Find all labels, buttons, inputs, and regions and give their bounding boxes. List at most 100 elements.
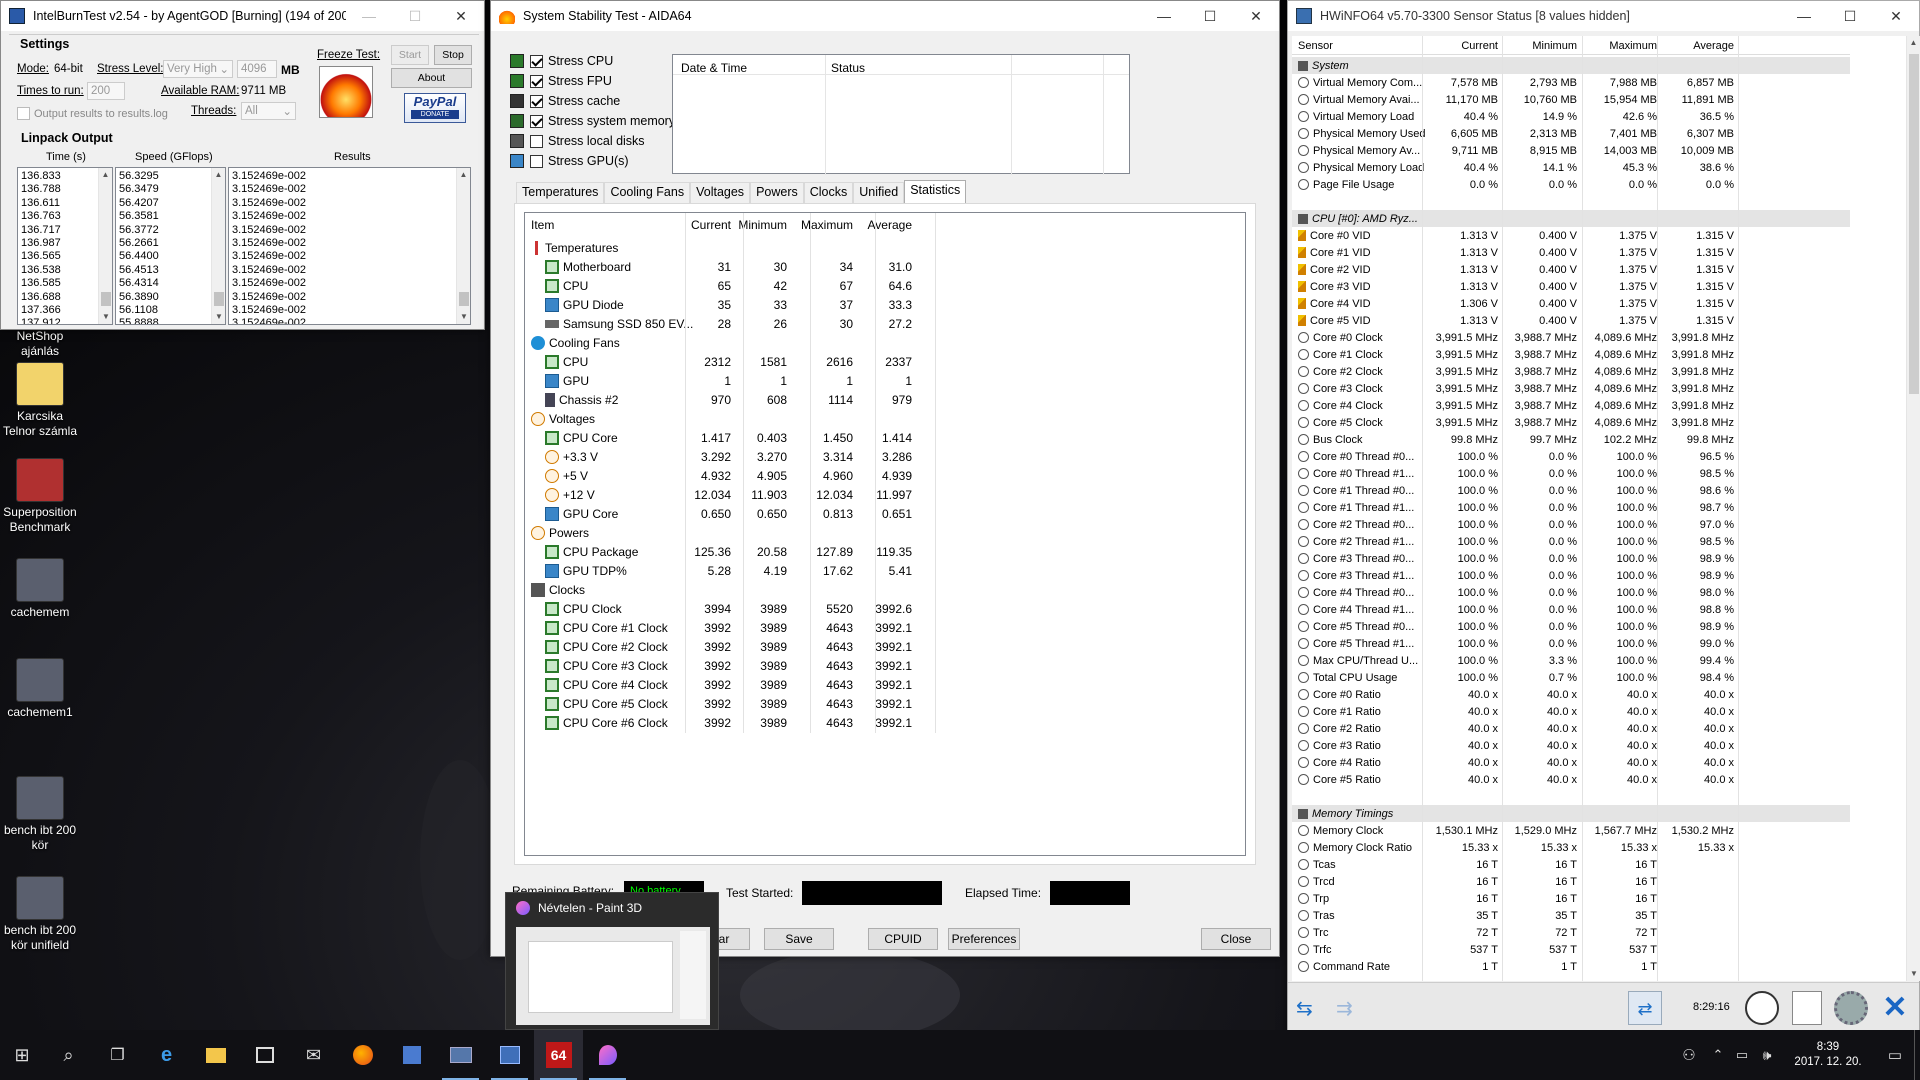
close-icon[interactable]: ✕ — [438, 1, 484, 31]
statistics-row[interactable]: GPU TDP% 5.28 4.19 17.62 5.41 — [525, 561, 1245, 580]
sensor-row[interactable]: Virtual Memory Avai... 11,170 MB 10,760 MB… — [1292, 91, 1850, 108]
sensor-row[interactable]: Core #5 Thread #0... 100.0 % 0.0 % 100.0 % 9… — [1292, 618, 1850, 635]
speed-list-scrollbar[interactable]: ▲ ▼ — [211, 168, 225, 324]
desktop-icon[interactable]: Superposition Benchmark — [0, 458, 80, 535]
sensor-row[interactable]: Core #3 Thread #0... 100.0 % 0.0 % 100.0 % 9… — [1292, 550, 1850, 567]
sensor-column-header[interactable]: Minimum — [1507, 40, 1577, 52]
scroll-up-icon[interactable]: ▲ — [457, 168, 470, 182]
sensor-section-row[interactable]: System — [1292, 57, 1850, 74]
statistics-row[interactable]: CPU Core #5 Clock 3992 3989 4643 3992.1 — [525, 694, 1245, 713]
about-button[interactable]: About — [391, 68, 472, 88]
statistics-row[interactable]: CPU 2312 1581 2616 2337 — [525, 352, 1245, 371]
statistics-group-row[interactable]: Powers — [525, 523, 1245, 542]
maximize-icon[interactable]: ☐ — [392, 1, 438, 31]
sensor-row[interactable]: Bus Clock 99.8 MHz 99.7 MHz 102.2 MHz 99.8 M… — [1292, 431, 1850, 448]
results-list[interactable]: 3.152469e-002 3.152469e-002 3.152469e-002 3… — [228, 167, 471, 325]
statistics-row[interactable]: CPU Core #4 Clock 3992 3989 4643 3992.1 — [525, 675, 1245, 694]
taskbar-clock[interactable]: 8:39 2017. 12. 20. — [1780, 1040, 1876, 1070]
stress-option-row[interactable]: Stress local disks — [510, 134, 645, 148]
sensor-row[interactable]: Core #2 Clock 3,991.5 MHz 3,988.7 MHz 4,089… — [1292, 363, 1850, 380]
sensor-column-header[interactable]: Maximum — [1587, 40, 1657, 52]
volume-icon[interactable]: 🕪 — [1754, 1030, 1780, 1080]
close-x-icon[interactable]: ✕ — [1878, 991, 1912, 1025]
log-output-checkbox-row[interactable]: Output results to results.log — [17, 107, 168, 120]
scrollbar-thumb[interactable] — [101, 292, 111, 306]
nav-forward-icon[interactable]: ⇉ — [1336, 997, 1368, 1021]
sensor-row[interactable]: Core #3 VID 1.313 V 0.400 V 1.375 V 1.315 V — [1292, 278, 1850, 295]
sensor-row[interactable]: Trp 16 T 16 T 16 T — [1292, 890, 1850, 907]
save-button[interactable]: Save — [764, 928, 834, 950]
sensor-column-header[interactable]: Current — [1428, 40, 1498, 52]
stress-checkbox[interactable] — [530, 134, 543, 148]
sensor-row[interactable]: Core #1 Thread #1... 100.0 % 0.0 % 100.0 % 9… — [1292, 499, 1850, 516]
cpuid-button[interactable]: CPUID — [868, 928, 938, 950]
statistics-row[interactable]: Chassis #2 970 608 1114 979 — [525, 390, 1245, 409]
statistics-group-row[interactable]: Voltages — [525, 409, 1245, 428]
stress-option-row[interactable]: Stress system memory — [510, 114, 675, 128]
statistics-row[interactable]: Samsung SSD 850 EV... 28 26 30 27.2 — [525, 314, 1245, 333]
hwinfo-sensor-table[interactable]: Sensor Current Minimum Maximum Average System… — [1292, 36, 1916, 981]
sensor-column-header[interactable]: Average — [1664, 40, 1734, 52]
network-icon[interactable]: ⇄ — [1628, 991, 1662, 1025]
desktop-icon[interactable]: cachemem — [0, 558, 80, 620]
sensor-row[interactable]: Memory Clock Ratio 15.33 x 15.33 x 15.33 x 1… — [1292, 839, 1850, 856]
sensor-row[interactable]: Trc 72 T 72 T 72 T — [1292, 924, 1850, 941]
edge-browser-icon[interactable]: e — [142, 1030, 191, 1080]
desktop-icon[interactable]: Karcsika Telnor számla — [0, 362, 80, 439]
scroll-up-icon[interactable]: ▲ — [99, 168, 112, 182]
statistics-row[interactable]: CPU Core #1 Clock 3992 3989 4643 3992.1 — [525, 618, 1245, 637]
time-list-scrollbar[interactable]: ▲ ▼ — [98, 168, 112, 324]
minimize-icon[interactable]: — — [1141, 1, 1187, 31]
preferences-button[interactable]: Preferences — [948, 928, 1020, 950]
tab-cooling-fans[interactable]: Cooling Fans — [604, 182, 691, 203]
memory-size-input[interactable]: 4096 — [237, 60, 277, 78]
scrollbar-thumb[interactable] — [459, 292, 469, 306]
sensor-row[interactable]: Core #3 Thread #1... 100.0 % 0.0 % 100.0 % 9… — [1292, 567, 1850, 584]
sensor-row[interactable]: Core #4 Thread #1... 100.0 % 0.0 % 100.0 % 9… — [1292, 601, 1850, 618]
network-tray-icon[interactable]: ▭ — [1730, 1030, 1754, 1080]
file-explorer-icon[interactable] — [191, 1030, 240, 1080]
close-icon[interactable]: ✕ — [1233, 1, 1279, 31]
sensor-row[interactable]: Core #5 Thread #1... 100.0 % 0.0 % 100.0 % 9… — [1292, 635, 1850, 652]
statistics-row[interactable]: GPU Core 0.650 0.650 0.813 0.651 — [525, 504, 1245, 523]
sensor-row[interactable]: Memory Clock 1,530.1 MHz 1,529.0 MHz 1,567.… — [1292, 822, 1850, 839]
sensor-row[interactable]: Tras 35 T 35 T 35 T — [1292, 907, 1850, 924]
sensor-column-header[interactable]: Sensor — [1298, 40, 1333, 52]
speed-list[interactable]: 56.3295 56.3479 56.4207 56.3581 56.3772 56.26… — [115, 167, 226, 325]
sensor-row[interactable]: Core #1 Thread #0... 100.0 % 0.0 % 100.0 % 9… — [1292, 482, 1850, 499]
times-to-run-input[interactable]: 200 — [87, 82, 125, 100]
settings-gear-icon[interactable] — [1834, 991, 1868, 1025]
sensor-row[interactable]: Core #5 Ratio 40.0 x 40.0 x 40.0 x 40.0 x — [1292, 771, 1850, 788]
desktop-icon[interactable]: bench ibt 200 kör unifield — [0, 876, 80, 953]
clock-icon[interactable] — [1745, 991, 1779, 1025]
sensor-section-row[interactable]: CPU [#0]: AMD Ryz... — [1292, 210, 1850, 227]
statistics-row[interactable]: +5 V 4.932 4.905 4.960 4.939 — [525, 466, 1245, 485]
sensor-row[interactable]: Core #0 Clock 3,991.5 MHz 3,988.7 MHz 4,089… — [1292, 329, 1850, 346]
sensor-row[interactable]: Core #0 Thread #1... 100.0 % 0.0 % 100.0 % 9… — [1292, 465, 1850, 482]
sensor-row[interactable]: Core #1 VID 1.313 V 0.400 V 1.375 V 1.315 V — [1292, 244, 1850, 261]
sensor-row[interactable]: Core #0 VID 1.313 V 0.400 V 1.375 V 1.315 V — [1292, 227, 1850, 244]
sensor-row[interactable]: Command Rate 1 T 1 T 1 T — [1292, 958, 1850, 975]
paypal-donate-button[interactable]: PayPal DONATE — [404, 93, 466, 123]
tab-temperatures[interactable]: Temperatures — [516, 182, 605, 203]
tab-statistics[interactable]: Statistics — [904, 180, 967, 203]
sensor-row[interactable]: Core #3 Ratio 40.0 x 40.0 x 40.0 x 40.0 x — [1292, 737, 1850, 754]
close-button[interactable]: Close — [1201, 928, 1271, 950]
people-icon[interactable]: ⚇ — [1672, 1030, 1706, 1080]
sensor-row[interactable]: Core #4 Thread #0... 100.0 % 0.0 % 100.0 % 9… — [1292, 584, 1850, 601]
minimize-icon[interactable]: — — [1781, 1, 1827, 31]
sensor-row[interactable]: Core #5 VID 1.313 V 0.400 V 1.375 V 1.315 V — [1292, 312, 1850, 329]
sensor-row[interactable]: Total CPU Usage 100.0 % 0.7 % 100.0 % 98.4 % — [1292, 669, 1850, 686]
statistics-row[interactable]: GPU 1 1 1 1 — [525, 371, 1245, 390]
report-icon[interactable] — [1792, 991, 1822, 1025]
statistics-row[interactable]: CPU Core #6 Clock 3992 3989 4643 3992.1 — [525, 713, 1245, 732]
hwinfo-titlebar[interactable]: HWiNFO64 v5.70-3300 Sensor Status [8 val… — [1288, 1, 1919, 31]
statistics-row[interactable]: Motherboard 31 30 34 31.0 — [525, 257, 1245, 276]
desktop-icon[interactable]: bench ibt 200 kör — [0, 776, 80, 853]
chevron-up-icon[interactable]: ⌃ — [1706, 1030, 1730, 1080]
scroll-up-icon[interactable]: ▲ — [1907, 36, 1920, 50]
statistics-group-row[interactable]: Clocks — [525, 580, 1245, 599]
sensor-section-row[interactable]: Memory Timings — [1292, 805, 1850, 822]
sensor-row[interactable]: Core #1 Clock 3,991.5 MHz 3,988.7 MHz 4,089… — [1292, 346, 1850, 363]
show-desktop-button[interactable] — [1914, 1030, 1920, 1080]
